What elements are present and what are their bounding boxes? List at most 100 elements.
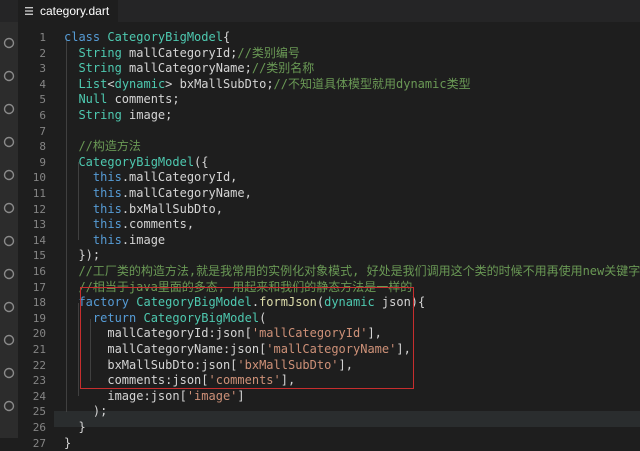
- code-line: this.bxMallSubDto,: [64, 202, 223, 218]
- line-number: 12: [32, 202, 46, 216]
- code-line: List<dynamic> bxMallSubDto;//不知道具体模型就用dy…: [64, 76, 471, 93]
- code-token: this: [92, 201, 122, 216]
- code-line: this.mallCategoryId,: [64, 170, 238, 186]
- line-number: 3: [39, 62, 46, 76]
- code-token: .mallCategoryId,: [121, 170, 238, 185]
- line-number: 14: [32, 233, 46, 247]
- activity-bar: [0, 22, 18, 438]
- code-line: //构造方法: [64, 139, 141, 155]
- code-line: String mallCategoryName;//类别名称: [64, 61, 314, 77]
- code-token: mallCategoryName;: [121, 61, 252, 76]
- line-number: 9: [39, 155, 46, 169]
- line-number: 19: [32, 311, 46, 325]
- code-token: CategoryBigModel: [107, 30, 223, 44]
- line-number: 26: [32, 421, 46, 434]
- circle-icon[interactable]: [2, 399, 16, 413]
- line-number: 10: [32, 171, 46, 185]
- code-line: String mallCategoryId;//类别编号: [64, 45, 299, 62]
- code-line: CategoryBigModel({: [64, 154, 209, 171]
- code-token: this: [92, 186, 122, 200]
- code-token: comments;: [107, 92, 180, 107]
- code-line: }: [64, 420, 85, 436]
- circle-icon[interactable]: [2, 333, 16, 347]
- code-token: mallCategoryId;: [121, 45, 238, 60]
- code-token: String: [78, 108, 122, 122]
- code-token: 'image': [186, 388, 238, 403]
- code-token: //工厂类的构造方法,就是我常用的实例化对象模式, 好处是我们调用这个类的时候不…: [78, 264, 640, 278]
- line-number: 1: [39, 31, 46, 44]
- circle-icon[interactable]: [2, 102, 16, 116]
- code-token: this: [92, 217, 122, 232]
- code-token: image:json[: [64, 388, 187, 403]
- circle-icon[interactable]: [2, 300, 16, 314]
- line-number: 15: [32, 249, 46, 263]
- code-token: Null: [78, 92, 108, 107]
- circle-icon[interactable]: [2, 201, 16, 215]
- code-token: {: [222, 30, 231, 44]
- code-token: //构造方法: [78, 139, 141, 154]
- tab-label: category.dart: [40, 4, 110, 18]
- line-number: 8: [39, 140, 46, 154]
- code-token: this: [92, 232, 122, 247]
- line-number: 2: [39, 46, 46, 60]
- tab-category-dart[interactable]: category.dart: [18, 0, 118, 22]
- code-token: .bxMallSubDto,: [121, 201, 223, 216]
- code-line: });: [64, 248, 100, 264]
- line-number: 17: [32, 280, 46, 294]
- code-line: this.comments,: [64, 217, 194, 233]
- circle-icon[interactable]: [2, 36, 16, 50]
- code-token: String: [78, 45, 122, 60]
- circle-icon[interactable]: [2, 267, 16, 281]
- code-token: ({: [194, 154, 209, 169]
- code-token: this: [92, 170, 122, 185]
- code-line: image:json['image']: [64, 388, 245, 405]
- highlight-box: [80, 287, 414, 389]
- code-line: );: [64, 404, 107, 420]
- line-number: 11: [32, 187, 46, 200]
- current-line-highlight: [54, 411, 640, 427]
- code-editor[interactable]: 1 2 3 4 5 6 7 8 9 10 11 12 13 14 15 16 17 18 19 20 21 22 23 24 2…: [18, 22, 640, 450]
- code-token: .mallCategoryName,: [121, 186, 252, 200]
- circle-icon[interactable]: [2, 234, 16, 248]
- line-number: 13: [32, 218, 46, 232]
- circle-icon[interactable]: [2, 366, 16, 380]
- circle-icon[interactable]: [2, 69, 16, 83]
- line-number: 18: [32, 296, 46, 310]
- code-line: //工厂类的构造方法,就是我常用的实例化对象模式, 好处是我们调用这个类的时候不…: [64, 264, 640, 280]
- code-line: this.mallCategoryName,: [64, 186, 252, 202]
- code-line: class CategoryBigModel{: [64, 30, 230, 46]
- circle-icon[interactable]: [2, 168, 16, 182]
- line-number: 4: [39, 77, 46, 91]
- line-number: 23: [32, 374, 46, 388]
- code-token: //不知道具体模型就用dynamic类型: [273, 76, 471, 91]
- code-line: this.image: [64, 233, 165, 249]
- code-token: > bxMallSubDto;: [165, 76, 274, 91]
- circle-icon[interactable]: [2, 135, 16, 149]
- line-number: 7: [39, 124, 46, 138]
- code-token: );: [64, 404, 108, 419]
- code-line: String image;: [64, 108, 172, 124]
- line-number: 21: [32, 343, 46, 356]
- line-number: 20: [32, 327, 46, 341]
- code-line: Null comments;: [64, 92, 180, 108]
- hamburger-icon: [22, 4, 36, 18]
- code-token: ]: [237, 388, 245, 403]
- code-token: class: [64, 30, 108, 44]
- line-number: 5: [39, 93, 46, 107]
- code-token: List: [78, 76, 108, 91]
- code-token: CategoryBigModel: [78, 154, 195, 169]
- line-number: 16: [32, 265, 46, 278]
- line-number: 24: [32, 389, 46, 403]
